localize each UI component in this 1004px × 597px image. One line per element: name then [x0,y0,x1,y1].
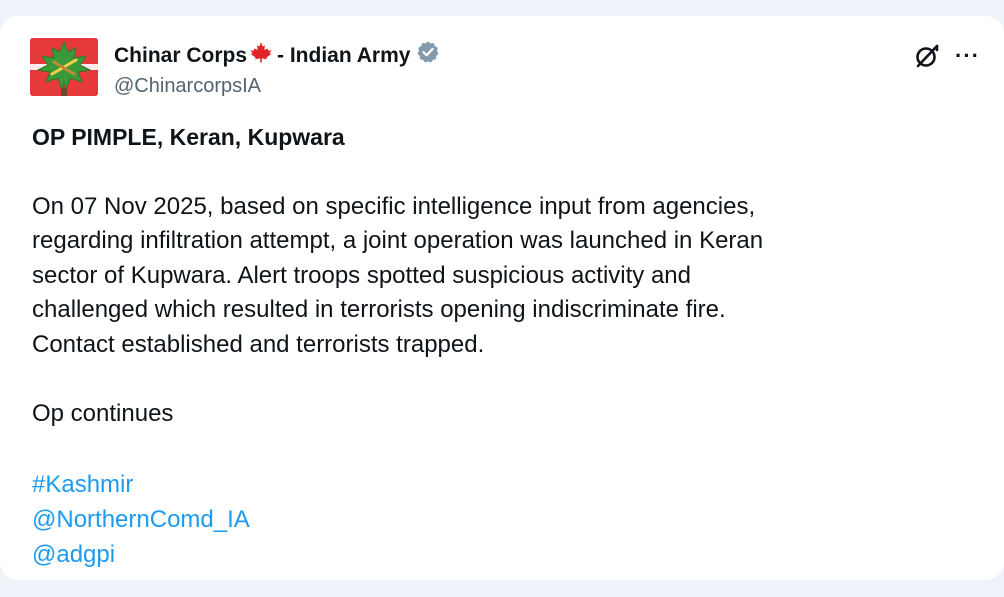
author-block: Chinar Corps - Indian Army @ChinarcorpsI… [114,40,440,99]
paragraph-line: Contact established and terrorists trapp… [32,330,485,358]
display-name[interactable]: Chinar Corps - Indian Army [114,40,440,72]
grok-icon[interactable] [913,42,941,70]
post-header: Chinar Corps - Indian Army @ChinarcorpsI… [30,38,984,98]
author-handle[interactable]: @ChinarcorpsIA [114,73,440,99]
post-title: OP PIMPLE, Keran, Kupwara [32,124,345,150]
paragraph-line: sector of Kupwara. Alert troops spotted … [32,261,692,289]
mention-adgpi-link[interactable]: @adgpi [32,537,972,572]
maple-leaf-icon [249,41,273,71]
more-icon[interactable]: ··· [955,45,980,67]
post-body: OP PIMPLE, Keran, Kupwara On 07 Nov 2025… [32,120,972,572]
post-actions: ··· [913,42,980,70]
avatar[interactable] [30,38,98,96]
display-name-part2: - Indian Army [277,44,411,67]
hashtag-kashmir-link[interactable]: #Kashmir [32,467,972,502]
verified-badge-icon[interactable] [416,40,440,72]
post-paragraph: On 07 Nov 2025, based on specific intell… [32,190,972,363]
post-tags: #Kashmir @NorthernComd_IA @adgpi [32,467,972,572]
display-name-part1: Chinar Corps [114,44,248,67]
paragraph-line: On 07 Nov 2025, based on specific intell… [32,192,756,220]
paragraph-line: regarding infiltration attempt, a joint … [32,227,764,254]
post-card[interactable]: Chinar Corps - Indian Army @ChinarcorpsI… [0,16,1004,580]
chinar-leaf-logo-icon [30,38,98,96]
status-line: Op continues [32,400,174,427]
mention-northerncomd-link[interactable]: @NorthernComd_IA [32,502,972,537]
paragraph-line: challenged which resulted in terrorists … [32,296,726,323]
